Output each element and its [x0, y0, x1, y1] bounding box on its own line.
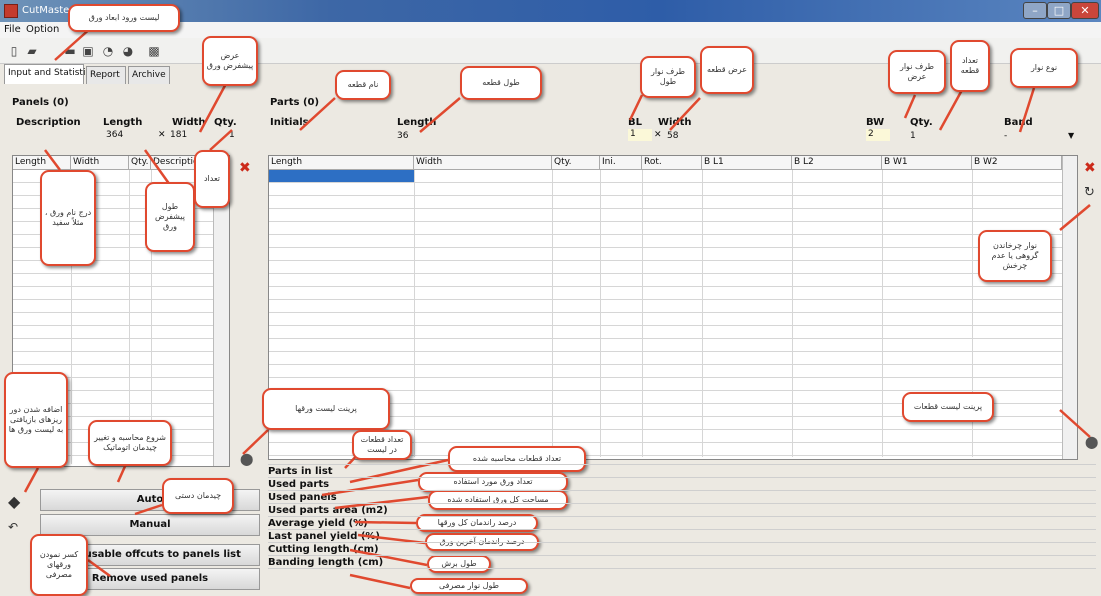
callout-qty: تعداد: [194, 150, 230, 208]
callout-used-parts: تعداد قطعات محاسبه شده: [448, 446, 586, 472]
callout-manual-layout: چیدمان دستی: [162, 478, 234, 514]
callout-group-rotation: نوار چرخاندن گروهی یا عدم چرخش: [978, 230, 1052, 282]
callout-band-width-side: طرف نوار عرض: [888, 50, 946, 94]
stats-row-line: [268, 503, 1096, 504]
callout-part-width: عرض قطعه: [700, 46, 754, 94]
stats-row-line: [268, 477, 1096, 478]
stats-row-line: [268, 464, 1096, 465]
callout-band-type: نوع نوار: [1010, 48, 1078, 88]
callout-remove-used: کسر نمودن ورقهای مصرفی: [30, 534, 88, 596]
callout-add-offcuts: اضافه شدن دور ریزهای بازیافتی به لیست ور…: [4, 372, 68, 468]
callout-default-length: طول پیشفرض ورق: [145, 182, 195, 252]
callout-print-parts: پرینت لیست قطعات: [902, 392, 994, 422]
callout-auto-calc: شروع محاسبه و تغییر چیدمان اتوماتیک: [88, 420, 172, 466]
stats-row-line: [268, 555, 1096, 556]
callout-used-area: مساحت کل ورق استفاده شده: [428, 490, 568, 510]
callout-panel-name: درج نام ورق ، مثلاً سفید: [40, 170, 96, 266]
stats-row-line: [268, 529, 1096, 530]
stats-row-line: [268, 516, 1096, 517]
stats-row-line: [268, 568, 1096, 569]
callout-banding-length: طول نوار مصرفی: [410, 578, 528, 594]
callout-cutting-length: طول برش: [427, 555, 491, 573]
stats-row-line: [268, 542, 1096, 543]
callout-panel-list: لیست ورود ابعاد ورق: [68, 4, 180, 32]
callout-part-qty: تعداد قطعه: [950, 40, 990, 92]
callout-part-name: نام قطعه: [335, 70, 391, 100]
callout-part-length: طول قطعه: [460, 66, 542, 100]
callout-used-panels: تعداد ورق مورد استفاده: [418, 472, 568, 492]
callout-parts-in-list: تعداد قطعات در لیست: [352, 430, 412, 460]
callout-band-length-side: طرف نوار طول: [640, 56, 696, 98]
stats-row-line: [268, 490, 1096, 491]
callout-default-width: عرض پیشفرض ورق: [202, 36, 258, 86]
callout-print-panels: پرینت لیست ورقها: [262, 388, 390, 430]
